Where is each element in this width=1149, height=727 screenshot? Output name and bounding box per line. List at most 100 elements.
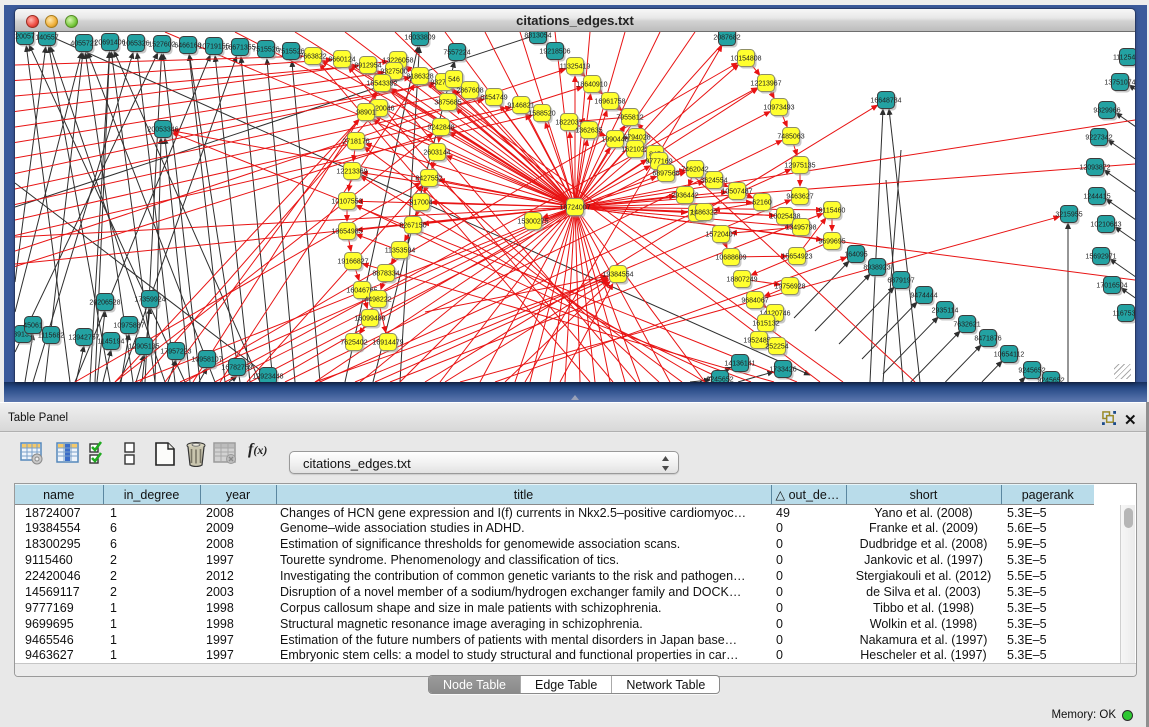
svg-text:10688609: 10688609: [715, 255, 746, 262]
svg-text:9699695: 9699695: [818, 239, 845, 246]
svg-text:3215955: 3215955: [1055, 212, 1082, 219]
svg-text:16543392: 16543392: [366, 81, 397, 88]
svg-text:8267150: 8267150: [399, 223, 426, 230]
svg-text:6897568: 6897568: [652, 171, 679, 178]
svg-text:2087682: 2087682: [713, 35, 740, 42]
svg-text:11353594: 11353594: [385, 248, 416, 255]
svg-text:252254: 252254: [765, 344, 788, 351]
svg-text:9463627: 9463627: [786, 194, 813, 201]
svg-text:7632621: 7632621: [953, 322, 980, 329]
svg-text:9684067: 9684067: [741, 298, 768, 305]
svg-text:1362635: 1362635: [575, 128, 602, 135]
svg-text:8813054: 8813054: [524, 33, 551, 40]
svg-text:317004: 317004: [409, 200, 432, 207]
svg-text:16671355: 16671355: [224, 45, 255, 52]
svg-text:1486322: 1486322: [690, 210, 717, 217]
svg-text:13495798: 13495798: [785, 225, 816, 232]
svg-text:2867608: 2867608: [456, 88, 483, 95]
svg-text:20206528: 20206528: [89, 300, 120, 307]
svg-text:3624554: 3624554: [700, 178, 727, 185]
svg-text:16782759: 16782759: [221, 365, 252, 372]
svg-text:16033809: 16033809: [404, 35, 435, 42]
svg-text:1244415: 1244415: [1083, 194, 1110, 201]
svg-text:10973493: 10973493: [763, 105, 794, 112]
svg-text:164095: 164095: [844, 252, 867, 259]
svg-text:13751074: 13751074: [1104, 80, 1135, 87]
svg-text:2935114: 2935114: [932, 308, 959, 315]
svg-text:1615132: 1615132: [752, 321, 779, 328]
svg-text:17359924: 17359924: [134, 297, 165, 304]
svg-text:19384554: 19384554: [602, 272, 633, 279]
svg-text:20057: 20057: [15, 34, 35, 41]
svg-text:45061: 45061: [23, 323, 43, 330]
svg-text:8471876: 8471876: [974, 336, 1001, 343]
svg-text:17957223: 17957223: [160, 349, 191, 356]
svg-text:9245652: 9245652: [1018, 368, 1045, 375]
svg-text:16914479: 16914479: [372, 340, 403, 347]
svg-text:10958107: 10958107: [191, 357, 222, 364]
svg-text:8878334: 8878334: [372, 271, 399, 278]
svg-text:1115682: 1115682: [38, 333, 64, 340]
svg-text:9227342: 9227342: [1085, 135, 1112, 142]
svg-text:9245652: 9245652: [1037, 378, 1064, 383]
svg-text:1167533: 1167533: [1113, 311, 1135, 318]
svg-text:12942757: 12942757: [68, 335, 99, 342]
svg-text:18807249: 18807249: [726, 277, 757, 284]
svg-text:15300275: 15300275: [517, 219, 548, 226]
svg-text:19654985: 19654985: [331, 229, 362, 236]
svg-text:15720407: 15720407: [705, 232, 736, 239]
svg-text:12905135: 12905135: [128, 344, 159, 351]
svg-text:1733426: 1733426: [769, 367, 796, 374]
svg-text:8454749: 8454749: [480, 95, 507, 102]
svg-text:12923448: 12923448: [252, 374, 283, 381]
svg-text:1588520: 1588520: [528, 111, 555, 118]
svg-text:10975887: 10975887: [113, 323, 144, 330]
svg-text:4498222: 4498222: [364, 297, 391, 304]
svg-text:546: 546: [448, 77, 460, 84]
svg-text:19218506: 19218506: [539, 49, 570, 56]
svg-text:19756928: 19756928: [774, 284, 805, 291]
svg-text:8912954: 8912954: [354, 63, 381, 70]
svg-text:6879197: 6879197: [887, 278, 914, 285]
svg-text:10654112: 10654112: [994, 352, 1025, 359]
svg-text:98901: 98901: [356, 110, 376, 117]
svg-text:11325419: 11325419: [560, 64, 591, 71]
svg-text:17016504: 17016504: [1096, 283, 1127, 290]
svg-text:62160: 62160: [752, 200, 772, 207]
svg-text:15692971: 15692971: [1085, 254, 1116, 261]
svg-text:2603144: 2603144: [423, 150, 450, 157]
svg-text:18640910: 18640910: [576, 82, 607, 89]
svg-text:10507487: 10507487: [721, 189, 752, 196]
svg-text:10154808: 10154808: [730, 56, 761, 63]
svg-text:9115460: 9115460: [819, 208, 846, 215]
svg-text:2718176: 2718176: [342, 139, 369, 146]
svg-text:2936442: 2936442: [671, 193, 698, 200]
svg-text:7625402: 7625402: [340, 340, 367, 347]
svg-text:7485063: 7485063: [777, 134, 804, 141]
svg-text:1145194: 1145194: [98, 339, 125, 346]
svg-text:7557224: 7557224: [443, 50, 470, 57]
svg-text:15654923: 15654923: [781, 254, 812, 261]
svg-text:8660124: 8660124: [328, 57, 355, 64]
svg-text:7663822: 7663822: [299, 54, 326, 61]
svg-text:12975135: 12975135: [784, 163, 815, 170]
svg-text:12093872: 12093872: [1079, 165, 1110, 172]
svg-text:9329966: 9329966: [1093, 108, 1120, 115]
svg-text:10210643: 10210643: [1090, 222, 1121, 229]
svg-text:11125419: 11125419: [1113, 55, 1135, 62]
svg-text:1621022: 1621022: [621, 147, 648, 154]
svg-text:16099489: 16099489: [354, 316, 385, 323]
svg-text:10107553: 10107553: [331, 199, 362, 206]
svg-text:9242848: 9242848: [427, 125, 454, 132]
svg-text:8938923: 8938923: [863, 265, 890, 272]
svg-text:12213369: 12213369: [336, 169, 367, 176]
svg-text:16961758: 16961758: [594, 99, 625, 106]
svg-text:1822037: 1822037: [555, 120, 582, 127]
svg-text:19166827: 19166827: [337, 259, 368, 266]
svg-text:20053346: 20053346: [147, 127, 178, 134]
svg-text:9474444: 9474444: [910, 293, 937, 300]
svg-text:1065326: 1065326: [122, 41, 149, 48]
svg-text:7462042: 7462042: [681, 167, 708, 174]
svg-text:9146821: 9146821: [507, 103, 534, 110]
svg-text:14136141: 14136141: [724, 361, 755, 368]
